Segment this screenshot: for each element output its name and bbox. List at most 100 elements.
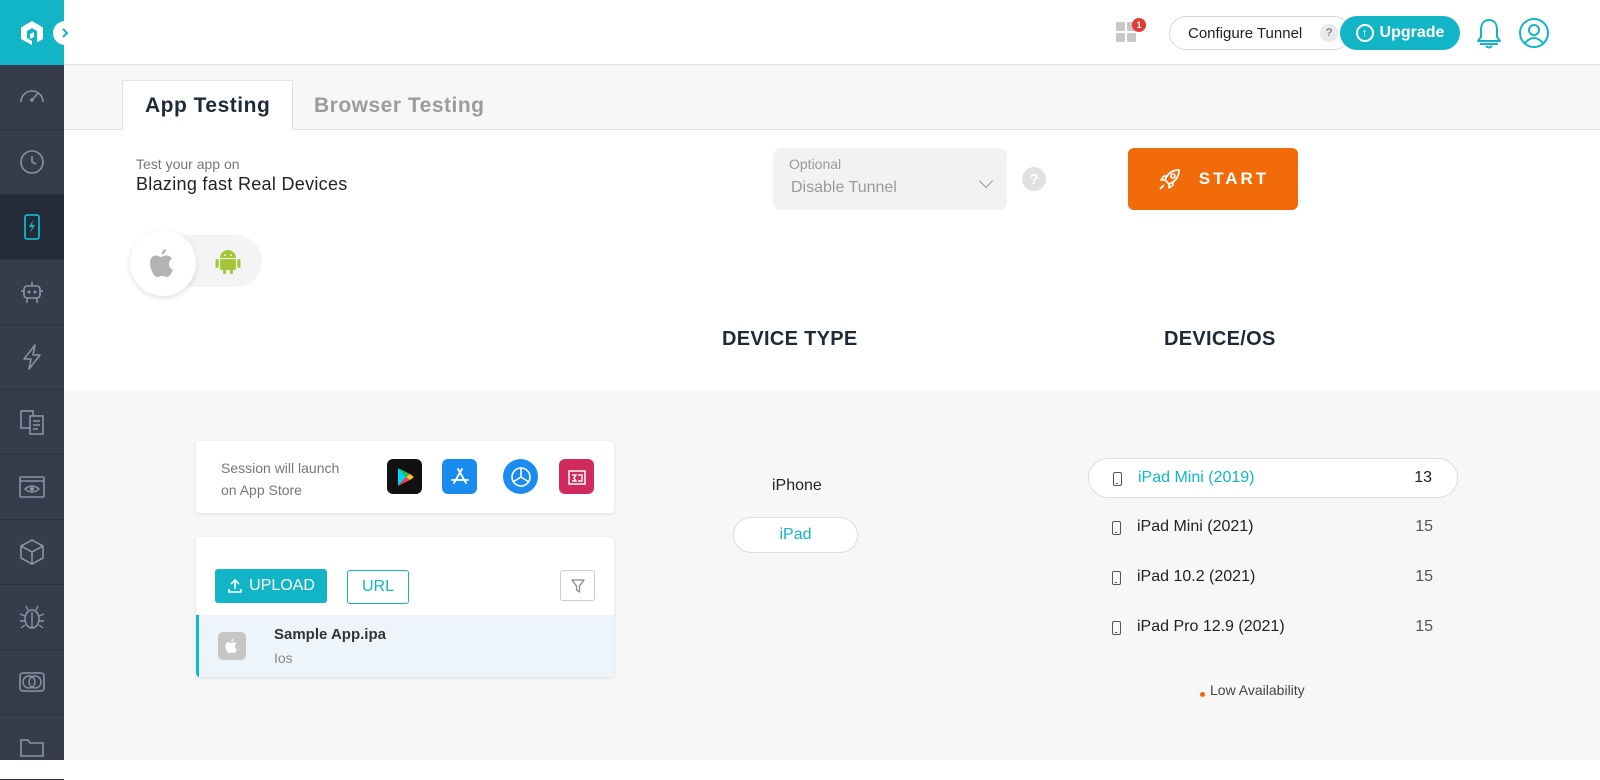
sidebar-item-test-manager[interactable]	[0, 390, 64, 455]
store-info-card: Session will launch on App Store	[196, 441, 614, 513]
store-info-line2: on App Store	[221, 482, 302, 498]
speedometer-icon	[20, 90, 44, 103]
device-row[interactable]: iPad Pro 12.9 (2021) 15	[1088, 608, 1458, 648]
os-version[interactable]: 15	[1415, 568, 1433, 586]
arrow-up-circle-icon: ↑	[1355, 24, 1374, 42]
apple-icon	[150, 249, 173, 277]
app-list-item[interactable]: Sample App.ipa Ios	[196, 615, 614, 677]
sidebar-item-files[interactable]	[0, 715, 64, 780]
google-play-icon[interactable]	[387, 459, 422, 494]
device-icon	[1112, 621, 1121, 635]
os-version[interactable]: 15	[1415, 618, 1433, 636]
url-button[interactable]: URL	[347, 570, 409, 604]
sidebar-item-issue-tracker[interactable]	[0, 585, 64, 650]
device-name: iPad Pro 12.9 (2021)	[1137, 618, 1285, 635]
os-version[interactable]: 13	[1414, 469, 1432, 487]
tunnel-select-label: Optional	[789, 156, 842, 172]
apple-icon	[225, 639, 237, 653]
tunnel-select-value: Disable Tunnel	[791, 179, 897, 196]
device-icon	[1112, 521, 1121, 535]
rocket-icon	[1159, 169, 1180, 190]
device-type-iphone[interactable]: iPhone	[772, 477, 822, 495]
robot-icon	[21, 282, 43, 303]
upgrade-button[interactable]: ↑ Upgrade	[1340, 16, 1460, 50]
configure-tunnel-button[interactable]: Configure Tunnel ?	[1169, 16, 1351, 50]
os-version[interactable]: 15	[1415, 518, 1433, 536]
app-store-glyph	[450, 467, 469, 484]
tunnel-select[interactable]: Optional Disable Tunnel	[773, 148, 1007, 210]
app-name: Sample App.ipa	[274, 626, 386, 643]
google-play-glyph	[397, 467, 414, 486]
device-selection-panel: Session will launch on App Store UPLOAD …	[64, 390, 1600, 760]
upload-label: UPLOAD	[249, 577, 315, 594]
bell-icon[interactable]	[1474, 17, 1504, 49]
sidebar-item-dashboard[interactable]	[0, 65, 64, 130]
folder-icon	[20, 739, 44, 757]
store-info-line1: Session will launch	[221, 460, 340, 476]
filter-icon	[570, 578, 585, 593]
testflight-icon[interactable]	[559, 459, 594, 494]
os-toggle[interactable]	[130, 230, 262, 296]
os-option-ios[interactable]	[130, 230, 196, 296]
device-type-ipad[interactable]: iPad	[733, 517, 858, 553]
store-info-text: Session will launch on App Store	[221, 457, 339, 501]
os-option-android[interactable]	[212, 245, 244, 277]
tab-app-testing[interactable]: App Testing	[122, 80, 294, 131]
tunnel-help-icon[interactable]: ?	[1320, 24, 1338, 42]
documents-icon	[20, 410, 44, 435]
sidebar-item-real-device[interactable]	[0, 195, 64, 260]
box-icon	[20, 539, 44, 565]
chevron-down-icon	[978, 173, 994, 189]
configure-tunnel-label: Configure Tunnel	[1188, 24, 1303, 42]
app-store-icon[interactable]	[442, 459, 477, 494]
device-row[interactable]: iPad Mini (2019) 13	[1088, 458, 1458, 498]
start-label: START	[1198, 169, 1270, 188]
low-availability-dot	[1200, 692, 1205, 697]
overlap-circles-icon	[19, 672, 45, 692]
testing-tabs: App Testing Browser Testing	[64, 65, 1600, 131]
sidebar-item-automation[interactable]	[0, 260, 64, 325]
sidebar-item-visual-testing[interactable]	[0, 455, 64, 520]
device-name: iPad Mini (2019)	[1138, 469, 1255, 486]
sidebar	[0, 0, 77, 780]
app-center-icon[interactable]	[503, 459, 538, 494]
tab-browser-testing[interactable]: Browser Testing	[292, 80, 506, 131]
sidebar-item-integrations[interactable]	[0, 520, 64, 585]
start-button[interactable]: START	[1128, 148, 1298, 210]
apps-notification-badge: 1	[1132, 18, 1146, 32]
intro-title: Blazing fast Real Devices	[136, 174, 348, 194]
user-profile-icon[interactable]	[1518, 17, 1550, 49]
intro-subtitle: Test your app on	[136, 156, 240, 172]
device-row[interactable]: iPad 10.2 (2021) 15	[1088, 558, 1458, 598]
ios-app-icon	[218, 632, 246, 660]
upgrade-label: Upgrade	[1379, 24, 1445, 41]
device-os-heading: DEVICE/OS	[1164, 328, 1276, 350]
sidebar-item-history[interactable]	[0, 130, 64, 195]
mobile-bolt-icon	[24, 214, 40, 240]
sidebar-item-hyperexecute[interactable]	[0, 325, 64, 390]
low-availability-legend: Low Availability	[1210, 682, 1305, 698]
chevron-right-icon	[62, 28, 69, 38]
lightning-icon	[23, 344, 41, 370]
device-icon	[1112, 571, 1121, 585]
android-icon	[215, 250, 241, 274]
device-icon	[1113, 472, 1122, 486]
bug-icon	[19, 605, 45, 629]
device-row[interactable]: iPad Mini (2021) 15	[1088, 508, 1458, 548]
app-os: Ios	[274, 650, 293, 666]
filter-button[interactable]	[560, 570, 595, 601]
app-upload-card: UPLOAD URL Sample App.ipa Ios	[196, 537, 614, 677]
config-panel: Test your app on Blazing fast Real Devic…	[64, 130, 1600, 390]
expand-sidebar-button[interactable]	[53, 21, 77, 45]
eye-browser-icon	[19, 476, 45, 498]
sidebar-item-compare[interactable]	[0, 650, 64, 715]
upload-icon	[228, 578, 242, 593]
lambdatest-logo-icon	[21, 20, 43, 45]
upload-button[interactable]: UPLOAD	[215, 569, 327, 603]
testflight-glyph	[567, 469, 586, 485]
device-name: iPad Mini (2021)	[1137, 518, 1254, 535]
tunnel-help-circle-icon[interactable]: ?	[1022, 167, 1046, 191]
clock-icon	[20, 150, 44, 174]
app-center-glyph	[510, 466, 531, 487]
device-name: iPad 10.2 (2021)	[1137, 568, 1256, 585]
